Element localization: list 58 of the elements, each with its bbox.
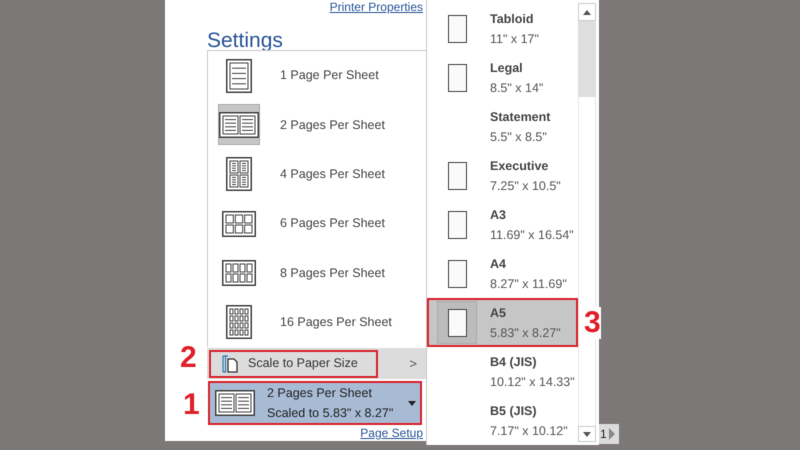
dropdown-subtitle: Scaled to 5.83" x 8.27"	[267, 405, 394, 422]
paper-name: A3	[490, 206, 507, 224]
chevron-icon: >	[409, 354, 417, 374]
paper-name: Executive	[490, 158, 550, 174]
menu-item[interactable]: 4 Pages Per Sheet	[208, 150, 426, 199]
page-layout-icon	[222, 260, 256, 286]
page-number: 1	[600, 426, 607, 443]
paper-size-item[interactable]: B5 (JIS) 7.17" x 10.12"	[427, 396, 578, 445]
paper-name: Legal	[490, 60, 524, 77]
paper-name: A5	[490, 304, 507, 322]
paper-dimensions: 11.69" x 16.54"	[490, 226, 574, 244]
paper-size-item[interactable]: A4 8.27" x 11.69"	[427, 249, 578, 298]
page-layout-icon	[226, 58, 252, 93]
menu-item[interactable]: 1 Page Per Sheet	[208, 51, 426, 100]
paper-name: A4	[490, 256, 507, 272]
page-layout-icon	[226, 157, 252, 192]
scale-to-paper-size-item[interactable]: Scale to Paper Size >	[207, 348, 426, 379]
paper-size-item[interactable]: Tabloid 11" x 17"	[427, 4, 578, 53]
paper-dimensions: 7.17" x 10.12"	[490, 422, 568, 440]
pages-per-sheet-dropdown[interactable]: 2 Pages Per Sheet Scaled to 5.83" x 8.27"	[208, 381, 422, 425]
paper-dimensions: 8.5" x 14"	[490, 80, 544, 96]
menu-item[interactable]: 2 Pages Per Sheet	[208, 100, 426, 150]
paper-dimensions: 10.12" x 14.33"	[490, 374, 575, 390]
menu-item[interactable]: 6 Pages Per Sheet	[208, 198, 426, 248]
paper-name: Statement	[490, 108, 550, 126]
step-number: 1	[183, 389, 200, 421]
next-page-icon	[608, 428, 615, 440]
paper-size-item[interactable]: Legal 8.5" x 14"	[427, 53, 578, 102]
paper-name: B5 (JIS)	[490, 402, 538, 420]
settings-heading: Settings	[207, 30, 284, 52]
step-number: 2	[180, 342, 197, 374]
paper-size-item[interactable]: A5 5.83" x 8.27"	[427, 298, 578, 347]
scale-page-icon	[222, 354, 238, 372]
scroll-down-icon	[583, 432, 591, 436]
paper-dimensions: 5.5" x 8.5"	[490, 128, 548, 146]
paper-dimensions: 5.83" x 8.27"	[490, 324, 561, 342]
paper-dimensions: 8.27" x 11.69"	[490, 276, 567, 292]
paper-name: Tabloid	[490, 10, 535, 28]
paper-name: B4 (JIS)	[490, 354, 538, 371]
paper-dimensions: 11" x 17"	[490, 30, 539, 48]
page-layout-icon	[222, 210, 256, 237]
caret-icon	[408, 400, 416, 406]
menu-item[interactable]: 8 Pages Per Sheet	[208, 248, 426, 298]
paper-size-item[interactable]: B4 (JIS) 10.12" x 14.33"	[427, 347, 578, 396]
paper-dimensions: 7.25" x 10.5"	[490, 178, 561, 194]
paper-size-item[interactable]: A3 11.69" x 16.54"	[427, 200, 578, 249]
step-number: 3	[584, 307, 601, 339]
printer-properties-link[interactable]: Printer Properties	[330, 0, 423, 14]
paper-size-item[interactable]: Executive 7.25" x 10.5"	[427, 151, 578, 200]
page-setup-link[interactable]: Page Setup	[360, 425, 423, 441]
dropdown-title: 2 Pages Per Sheet	[267, 385, 373, 402]
menu-item[interactable]: 16 Pages Per Sheet	[208, 298, 426, 347]
page-layout-icon	[219, 112, 259, 138]
paper-size-item[interactable]: Statement 5.5" x 8.5"	[427, 102, 578, 151]
scroll-thumb[interactable]	[578, 21, 596, 97]
page-layout-icon	[215, 390, 255, 416]
scroll-up-icon	[583, 10, 591, 14]
page-layout-icon	[226, 305, 252, 340]
